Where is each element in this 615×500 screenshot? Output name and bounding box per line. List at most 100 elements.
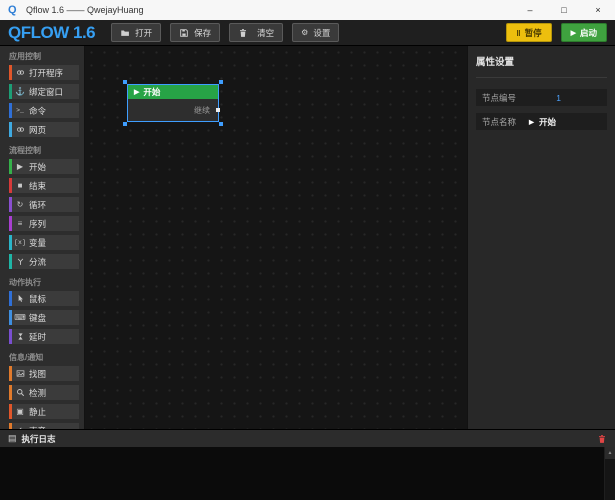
pause-button[interactable]: ‖ 暂停	[506, 23, 551, 42]
link-icon	[15, 68, 25, 77]
selection-handle[interactable]	[219, 80, 223, 84]
settings-button[interactable]: ⚙ 设置	[292, 23, 339, 42]
minimize-icon[interactable]: –	[513, 0, 547, 20]
settings-button-label: 设置	[313, 27, 330, 39]
link-icon	[15, 125, 25, 134]
palette-item-detect[interactable]: 检测	[9, 385, 79, 400]
window-controls: – □ ×	[513, 0, 615, 20]
flow-node-start[interactable]: ▶ 开始 继续	[128, 85, 218, 121]
palette-item-label: 鼠标	[29, 293, 46, 305]
palette-item-mouse[interactable]: 鼠标	[9, 291, 79, 306]
log-output-area: ▲	[0, 447, 615, 500]
palette-item-command[interactable]: >_ 命令	[9, 103, 79, 118]
palette-item-still[interactable]: ▣ 静止	[9, 404, 79, 419]
node-header[interactable]: ▶ 开始	[128, 85, 218, 99]
property-row-node-id: 节点编号 1	[476, 89, 607, 106]
property-row-node-name: 节点名称 ▶ 开始	[476, 113, 607, 130]
folder-open-icon	[120, 28, 130, 38]
selection-handle[interactable]	[219, 122, 223, 126]
palette-item-label: 绑定窗口	[29, 86, 63, 98]
node-output-port[interactable]	[216, 108, 220, 112]
pause-button-label: 暂停	[525, 27, 542, 39]
palette-item-find-image[interactable]: 找图	[9, 366, 79, 381]
properties-title: 属性设置	[476, 54, 607, 78]
property-value-text: 开始	[539, 116, 556, 128]
play-icon: ▶	[134, 88, 139, 96]
anchor-icon: ⚓	[15, 87, 25, 96]
open-button[interactable]: 打开	[111, 23, 161, 42]
variable-icon: [x]	[15, 239, 25, 246]
palette-item-label: 循环	[29, 199, 46, 211]
log-header: ▤ 执行日志	[0, 429, 615, 447]
play-icon: ▶	[529, 118, 534, 126]
start-button[interactable]: ▶ 启动	[561, 23, 607, 42]
start-button-label: 启动	[580, 27, 597, 39]
palette-item-sequence[interactable]: ≡ 序列	[9, 216, 79, 231]
save-button-label: 保存	[194, 27, 211, 39]
palette-item-webpage[interactable]: 网页	[9, 122, 79, 137]
palette-item-open-program[interactable]: 打开程序	[9, 65, 79, 80]
property-value-node-name[interactable]: ▶ 开始	[529, 116, 556, 128]
app-header: QFLOW 1.6 打开 保存 清空 ⚙ 设置 ‖ 暂停	[0, 20, 615, 46]
palette-item-label: 延时	[29, 331, 46, 343]
node-title: 开始	[143, 86, 160, 98]
app-icon: Q	[8, 4, 20, 16]
node-port-label: 继续	[194, 105, 210, 116]
play-icon: ▶	[571, 29, 576, 37]
stop-icon: ■	[15, 181, 25, 190]
maximize-icon[interactable]: □	[547, 0, 581, 20]
palette-item-label: 序列	[29, 218, 46, 230]
palette-item-label: 键盘	[29, 312, 46, 324]
pause-icon: ‖	[516, 28, 520, 38]
node-palette-sidebar: 应用控制 打开程序 ⚓ 绑定窗口 >_ 命令 网页 流程控制 ▶ 开始	[0, 46, 85, 429]
property-value-node-id[interactable]: 1	[556, 93, 561, 103]
play-icon: ▶	[15, 162, 25, 171]
window-title: Qflow 1.6 —— QwejayHuang	[26, 5, 144, 15]
selection-handle[interactable]	[123, 80, 127, 84]
palette-item-label: 找图	[29, 368, 46, 380]
keyboard-icon: ⌨	[15, 313, 25, 322]
log-title: 执行日志	[22, 433, 56, 445]
palette-item-keyboard[interactable]: ⌨ 键盘	[9, 310, 79, 325]
qflow-window: Q Qflow 1.6 —— QwejayHuang – □ × QFLOW 1…	[0, 0, 615, 500]
palette-item-label: 网页	[29, 124, 46, 136]
selection-handle[interactable]	[123, 122, 127, 126]
palette-item-variable[interactable]: [x] 变量	[9, 235, 79, 250]
palette-item-end[interactable]: ■ 结束	[9, 178, 79, 193]
loop-icon: ↻	[15, 200, 25, 209]
palette-item-label: 结束	[29, 180, 46, 192]
section-title-app-control: 应用控制	[0, 47, 84, 65]
app-logo: QFLOW 1.6	[8, 23, 95, 43]
cursor-icon	[15, 294, 25, 303]
hourglass-icon	[15, 332, 25, 341]
list-icon: ≡	[15, 219, 25, 228]
palette-item-label: 开始	[29, 161, 46, 173]
branch-icon	[15, 257, 25, 266]
log-scrollbar[interactable]: ▲	[604, 447, 615, 500]
window-titlebar: Q Qflow 1.6 —— QwejayHuang – □ ×	[0, 0, 615, 20]
clear-button[interactable]: 清空	[229, 23, 283, 42]
section-title-flow-control: 流程控制	[0, 141, 84, 159]
palette-item-label: 分流	[29, 256, 46, 268]
section-title-info-notify: 信息/通知	[0, 348, 84, 366]
close-icon[interactable]: ×	[581, 0, 615, 20]
palette-item-delay[interactable]: 延时	[9, 329, 79, 344]
properties-panel: 属性设置 节点编号 1 节点名称 ▶ 开始	[467, 46, 615, 429]
palette-item-loop[interactable]: ↻ 循环	[9, 197, 79, 212]
trash-icon	[238, 28, 248, 38]
palette-item-start[interactable]: ▶ 开始	[9, 159, 79, 174]
clear-button-label: 清空	[257, 27, 274, 39]
property-label: 节点名称	[482, 116, 516, 128]
clear-log-trash-icon[interactable]	[597, 434, 607, 444]
flow-canvas[interactable]: ▶ 开始 继续	[85, 46, 467, 429]
palette-item-bind-window[interactable]: ⚓ 绑定窗口	[9, 84, 79, 99]
main-area: 应用控制 打开程序 ⚓ 绑定窗口 >_ 命令 网页 流程控制 ▶ 开始	[0, 46, 615, 429]
property-label: 节点编号	[482, 92, 516, 104]
terminal-icon: >_	[15, 107, 25, 114]
log-icon: ▤	[8, 433, 17, 444]
scroll-up-icon[interactable]: ▲	[605, 447, 615, 459]
palette-item-label: 命令	[29, 105, 46, 117]
palette-item-branch[interactable]: 分流	[9, 254, 79, 269]
save-button[interactable]: 保存	[170, 23, 220, 42]
still-icon: ▣	[15, 407, 25, 416]
